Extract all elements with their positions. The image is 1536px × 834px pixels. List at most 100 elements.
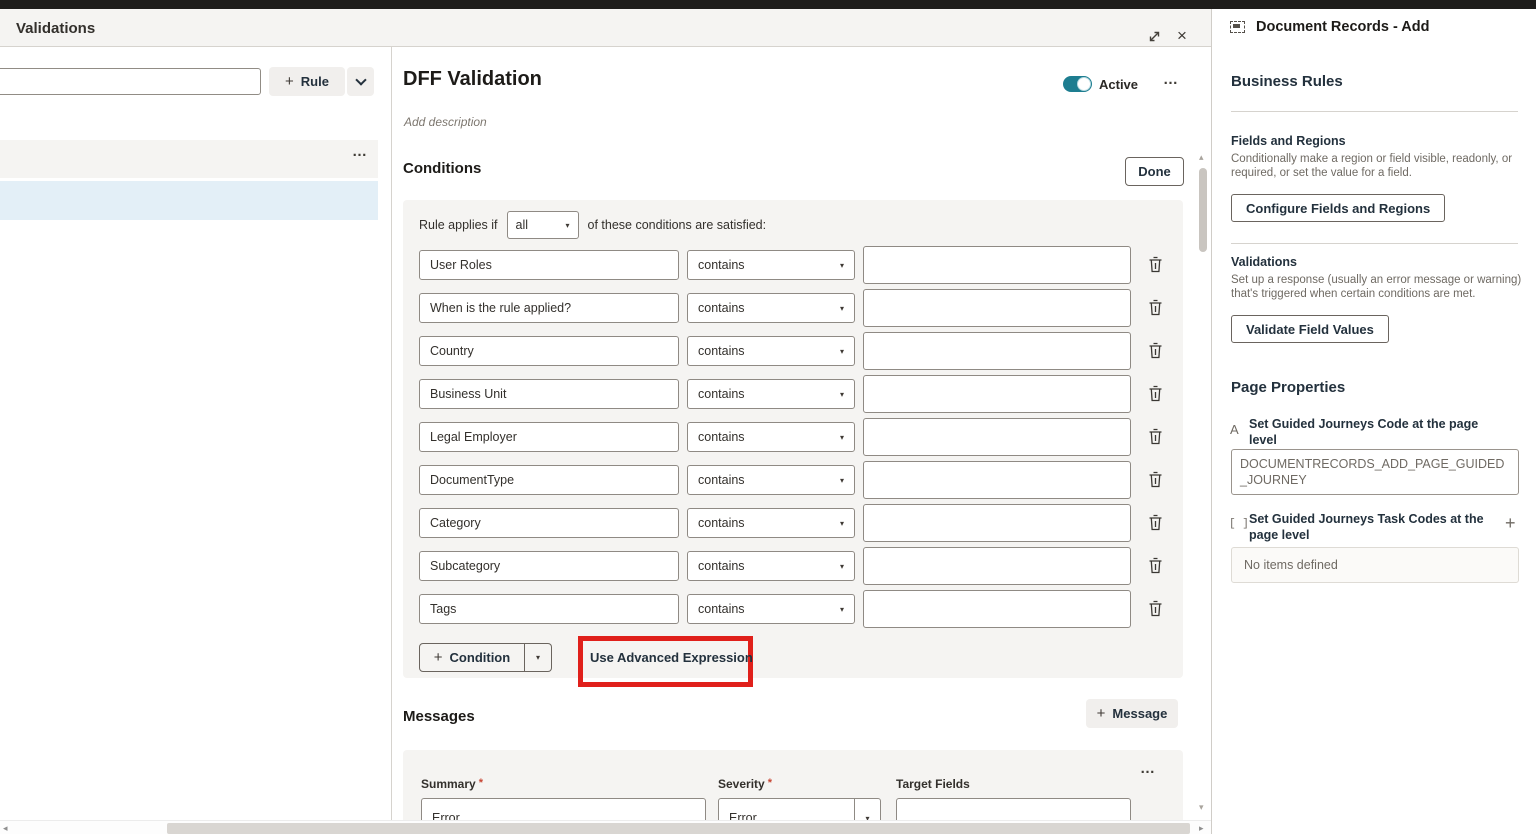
condition-value-input[interactable] [863,418,1131,456]
add-condition-button[interactable]: + Condition [419,643,525,672]
trash-icon [1148,299,1163,316]
add-message-label: Message [1112,706,1167,721]
condition-field-input[interactable]: Business Unit [419,379,679,409]
applies-suffix: of these conditions are satisfied: [588,218,767,232]
condition-operator-select[interactable]: contains▾ [687,594,855,624]
trash-icon [1148,385,1163,402]
guided-journeys-task-codes-label: Set Guided Journeys Task Codes at the pa… [1249,511,1489,543]
guided-journeys-code-label: Set Guided Journeys Code at the page lev… [1249,416,1504,448]
rule-applies-row: Rule applies if all ▾ of these condition… [419,210,766,240]
validations-heading: Validations [1231,255,1297,269]
condition-operator-select[interactable]: contains▾ [687,250,855,280]
configure-fields-regions-button[interactable]: Configure Fields and Regions [1231,194,1445,222]
rule-overflow-icon[interactable]: … [1163,71,1179,88]
done-button[interactable]: Done [1125,157,1184,186]
rules-search-input[interactable] [0,68,261,95]
condition-operator-select[interactable]: contains▾ [687,293,855,323]
condition-value-input[interactable] [863,590,1131,628]
condition-value-input[interactable] [863,246,1131,284]
scroll-left-icon[interactable]: ◂ [3,823,8,834]
condition-field-input[interactable]: Category [419,508,679,538]
delete-condition-button[interactable] [1145,384,1165,406]
horizontal-scrollbar[interactable]: ◂ ▸ [0,820,1211,834]
condition-operator-select[interactable]: contains▾ [687,508,855,538]
condition-field-input[interactable]: Legal Employer [419,422,679,452]
summary-label: Summary* [421,777,483,791]
condition-row: User Roles contains▾ [419,248,1167,291]
region-icon [1230,21,1245,33]
scroll-right-icon[interactable]: ▸ [1199,823,1204,834]
rules-list-overflow-icon[interactable]: … [346,142,374,161]
chevron-down-icon [355,74,366,85]
add-rule-button[interactable]: + Rule [269,67,345,96]
condition-value-input[interactable] [863,547,1131,585]
active-toggle[interactable] [1063,76,1092,92]
condition-value-input[interactable] [863,375,1131,413]
condition-field-input[interactable]: User Roles [419,250,679,280]
condition-operator-select[interactable]: contains ▾ [687,422,855,452]
task-codes-empty-state: No items defined [1231,547,1519,583]
condition-value-input[interactable] [863,504,1131,542]
trash-icon [1148,514,1163,531]
add-task-code-icon[interactable]: + [1505,514,1516,532]
scroll-down-icon[interactable]: ▾ [1199,802,1204,813]
delete-condition-button[interactable] [1145,341,1165,363]
window-top-strip [0,0,1536,9]
dropdown-arrow-icon: ▾ [840,433,844,442]
delete-condition-button[interactable] [1145,470,1165,492]
dropdown-arrow-icon: ▾ [840,519,844,528]
selected-rule-row[interactable] [0,181,378,220]
delete-condition-button[interactable] [1145,513,1165,535]
condition-row: Legal Employer contains ▾ [419,420,1167,463]
operator-value: contains [698,301,745,315]
panel-divider [391,47,392,820]
close-icon[interactable]: × [1172,26,1192,46]
scroll-up-icon[interactable]: ▴ [1199,152,1204,163]
condition-value-input[interactable] [863,289,1131,327]
rule-title: DFF Validation [403,68,542,91]
delete-condition-button[interactable] [1145,427,1165,449]
operator-value: contains [698,430,745,444]
condition-field-input[interactable]: When is the rule applied? [419,293,679,323]
condition-value-input[interactable] [863,332,1131,370]
panel-title: Validations [16,20,95,37]
condition-field-input[interactable]: Country [419,336,679,366]
delete-condition-button[interactable] [1145,599,1165,621]
add-description-link[interactable]: Add description [404,115,487,129]
condition-operator-select[interactable]: contains▾ [687,551,855,581]
condition-field-input[interactable]: Subcategory [419,551,679,581]
condition-value-input[interactable] [863,461,1131,499]
condition-operator-select[interactable]: contains▾ [687,336,855,366]
horizontal-scroll-thumb[interactable] [167,823,1190,834]
add-rule-dropdown-button[interactable] [347,67,374,96]
condition-operator-select[interactable]: contains ▾ [687,465,855,495]
match-type-select[interactable]: all ▾ [507,211,579,239]
operator-value: contains [698,473,745,487]
add-condition-split-button: + Condition ▾ [419,643,552,672]
add-condition-dropdown-button[interactable]: ▾ [525,643,552,672]
dropdown-arrow-icon: ▾ [566,221,570,230]
add-rule-label: Rule [301,74,329,89]
expand-icon[interactable] [1144,26,1164,46]
delete-condition-button[interactable] [1145,556,1165,578]
conditions-panel: Rule applies if all ▾ of these condition… [403,200,1183,678]
validations-description: Set up a response (usually an error mess… [1231,273,1529,301]
condition-field-input[interactable]: DocumentType [419,465,679,495]
add-message-button[interactable]: + Message [1086,699,1178,728]
delete-condition-button[interactable] [1145,298,1165,320]
condition-operator-select[interactable]: contains▾ [687,379,855,409]
condition-field-input[interactable]: Tags [419,594,679,624]
operator-value: contains [698,344,745,358]
conditions-heading: Conditions [403,160,481,177]
match-type-value: all [516,218,529,232]
main-vertical-scrollbar[interactable]: ▴ ▾ [1196,152,1210,820]
vertical-scroll-thumb[interactable] [1199,168,1207,252]
active-toggle-label: Active [1099,77,1138,92]
use-advanced-expression-link[interactable]: Use Advanced Expression [590,650,753,665]
message-overflow-icon[interactable]: … [1140,760,1156,777]
guided-journeys-code-input[interactable]: DOCUMENTRECORDS_ADD_PAGE_GUIDED_JOURNEY [1231,449,1519,495]
validate-field-values-button[interactable]: Validate Field Values [1231,315,1389,343]
delete-condition-button[interactable] [1145,255,1165,277]
add-condition-label: Condition [450,650,511,665]
dropdown-arrow-icon: ▾ [840,476,844,485]
